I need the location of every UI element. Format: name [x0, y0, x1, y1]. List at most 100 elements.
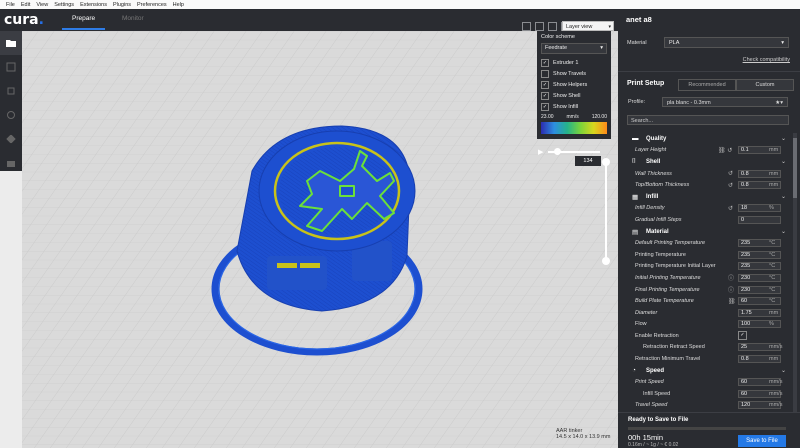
- layer-number-field[interactable]: 134: [575, 156, 601, 166]
- category-shell[interactable]: ⌷ Shell ⌄: [618, 156, 800, 168]
- reset-icon[interactable]: ↺: [728, 170, 733, 177]
- category-material[interactable]: ▤ Material ⌄: [618, 226, 800, 238]
- tab-custom[interactable]: Custom: [736, 79, 794, 91]
- settings-search-input[interactable]: Search...: [627, 115, 789, 125]
- setting-row: Initial Printing Temperature ⓘ 230 °C: [618, 272, 800, 284]
- view-mode-select[interactable]: Layer view ▾: [562, 21, 614, 31]
- setting-row: Diameter 1.75 mm: [618, 307, 800, 319]
- setting-row: Travel Speed 120 mm/s: [635, 401, 783, 410]
- menu-preferences[interactable]: Preferences: [137, 2, 167, 8]
- scale-icon: [7, 87, 15, 95]
- star-chevron-icon: ★▾: [775, 100, 783, 106]
- menu-settings[interactable]: Settings: [54, 2, 74, 8]
- viewport-3d[interactable]: [22, 31, 618, 448]
- slice-progress-bar: [628, 427, 786, 430]
- layer-slider-top-handle[interactable]: [602, 158, 610, 166]
- print-details: 0.16m / ~ 1g / ~ € 0.02: [628, 442, 679, 448]
- setting-row: Enable Retraction ✓: [618, 330, 800, 342]
- chevron-down-icon: ▾: [600, 45, 603, 51]
- move-tool-button[interactable]: [0, 55, 22, 79]
- material-icon: ▤: [632, 228, 639, 236]
- setup-mode-tabs: Recommended Custom: [678, 79, 794, 91]
- option-show-infill[interactable]: ✓ Show Infill: [537, 101, 611, 112]
- divider: [618, 71, 800, 72]
- top-bar: cura. Prepare Monitor Layer view ▾: [0, 9, 618, 31]
- view-top-icon[interactable]: [548, 22, 557, 31]
- color-scheme-select[interactable]: Feedrate ▾: [541, 43, 607, 54]
- checkbox-icon: ✓: [541, 102, 549, 111]
- layer-slider-bottom-handle[interactable]: [602, 257, 610, 265]
- tab-monitor[interactable]: Monitor: [122, 15, 144, 22]
- menu-help[interactable]: Help: [173, 2, 184, 8]
- print-setup-title: Print Setup: [627, 80, 665, 87]
- setting-value-input[interactable]: 0: [738, 215, 781, 224]
- setting-row: Layer Height ⛓ ↺ 0.1 mm: [618, 145, 800, 157]
- per-model-icon: [7, 161, 15, 167]
- rotate-icon: [7, 111, 15, 119]
- setting-row: Gradual Infill Steps 0: [618, 214, 800, 226]
- link-reset-icon[interactable]: ⛓ ↺: [718, 147, 732, 154]
- reset-icon[interactable]: ↺: [728, 182, 733, 189]
- view-3d-icon[interactable]: [522, 22, 531, 31]
- setting-row: Top/Bottom Thickness ↺ 0.8 mm: [618, 179, 800, 191]
- move-icon: [6, 62, 16, 72]
- info-icon[interactable]: ⓘ: [728, 285, 734, 294]
- save-to-file-button[interactable]: Save to File: [738, 435, 786, 447]
- shell-icon: ⌷: [632, 157, 636, 165]
- print-time: 00h 15min: [628, 433, 664, 442]
- play-icon[interactable]: ▶: [538, 148, 543, 156]
- folder-icon: [6, 40, 16, 47]
- category-infill[interactable]: ▦ Infill ⌄: [618, 191, 800, 203]
- menu-edit[interactable]: Edit: [21, 2, 30, 8]
- material-select[interactable]: PLA ▾: [664, 37, 789, 48]
- enable-retraction-checkbox[interactable]: ✓: [738, 331, 747, 341]
- reset-icon[interactable]: ↺: [728, 205, 733, 212]
- layer-path-handle[interactable]: [554, 148, 561, 155]
- color-scheme-panel: Color scheme Feedrate ▾ ✓ Extruder 1 Show …: [537, 31, 611, 139]
- setting-row: Build Plate Temperature ⛓ 60 °C: [618, 295, 800, 307]
- checkbox-icon: [541, 69, 549, 78]
- category-quality[interactable]: ▬ Quality ⌄: [618, 133, 800, 145]
- color-scheme-title: Color scheme: [541, 34, 575, 40]
- setting-value-input[interactable]: 18: [738, 204, 781, 213]
- category-speed[interactable]: ◔ Speed ⌄: [618, 365, 800, 377]
- option-show-helpers[interactable]: ✓ Show Helpers: [537, 79, 611, 90]
- menu-plugins[interactable]: Plugins: [113, 2, 131, 8]
- info-icon[interactable]: ⓘ: [728, 273, 734, 282]
- per-model-settings-button[interactable]: [0, 151, 22, 175]
- chevron-down-icon: ⌄: [781, 194, 787, 201]
- chevron-down-icon: ⌄: [781, 229, 787, 236]
- open-file-button[interactable]: [0, 31, 22, 55]
- settings-scrollbar[interactable]: [793, 133, 797, 418]
- object-info: AAR tinker 14.5 x 14.0 x 13.9 mm: [556, 428, 610, 440]
- option-show-travels[interactable]: Show Travels: [537, 68, 611, 79]
- chevron-down-icon: ⌄: [781, 159, 787, 166]
- menu-view[interactable]: View: [36, 2, 48, 8]
- scale-tool-button[interactable]: [0, 79, 22, 103]
- profile-select[interactable]: pla blanc - 0.3mm ★▾: [662, 97, 788, 107]
- menu-file[interactable]: File: [6, 2, 15, 8]
- mirror-tool-button[interactable]: [0, 127, 22, 151]
- menu-extensions[interactable]: Extensions: [80, 2, 107, 8]
- link-icon[interactable]: ⛓: [728, 298, 736, 305]
- tab-prepare[interactable]: Prepare: [61, 15, 106, 30]
- chevron-down-icon: ⌄: [781, 368, 787, 375]
- check-compatibility-link[interactable]: Check compatibility: [743, 57, 790, 63]
- left-toolbar: [0, 31, 22, 171]
- tab-recommended[interactable]: Recommended: [678, 79, 736, 91]
- setting-value-input[interactable]: 100: [738, 320, 781, 329]
- setting-row: Retraction Minimum Travel 0.8 mm: [618, 353, 800, 365]
- printer-name[interactable]: anet a8: [626, 15, 652, 24]
- layer-slider-track[interactable]: [605, 162, 607, 262]
- settings-list: ▬ Quality ⌄ Layer Height ⛓ ↺ 0.1 mm ⌷ Shell ⌄ W…: [618, 133, 800, 418]
- infill-icon: ▦: [632, 193, 639, 201]
- setting-row: Infill Speed 60 mm/s: [643, 389, 783, 398]
- option-extruder-1[interactable]: ✓ Extruder 1: [537, 57, 611, 68]
- option-show-shell[interactable]: ✓ Show Shell: [537, 90, 611, 101]
- setting-row: Flow 100%: [618, 319, 800, 331]
- rotate-tool-button[interactable]: [0, 103, 22, 127]
- build-plate-scene: [22, 31, 618, 448]
- scrollbar-thumb[interactable]: [793, 138, 797, 198]
- view-front-icon[interactable]: [535, 22, 544, 31]
- setting-row: Printing Temperature Initial Layer 235 °C: [618, 261, 800, 273]
